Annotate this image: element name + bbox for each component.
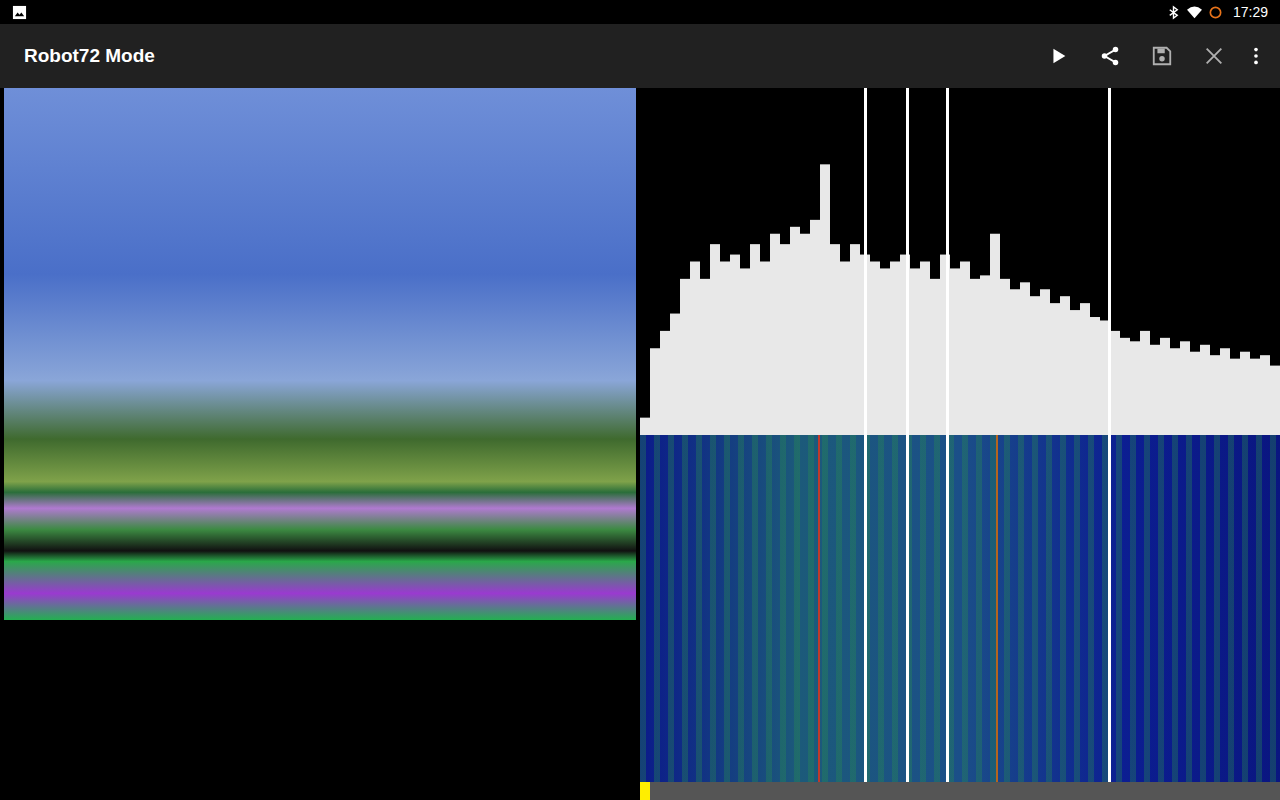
spectrum-bar <box>790 227 800 435</box>
spectrum-bar <box>880 268 890 435</box>
spectrum-bar <box>760 262 770 436</box>
close-button[interactable] <box>1188 32 1240 80</box>
spectrum-bar <box>1180 341 1190 435</box>
spectrum-bar <box>930 279 940 435</box>
spectrum-bar <box>770 234 780 435</box>
spectrum-bar <box>970 279 980 435</box>
bluetooth-icon <box>1166 5 1181 20</box>
frequency-marker <box>864 88 867 782</box>
spectrum-bar <box>1230 359 1240 435</box>
close-icon <box>1203 45 1225 67</box>
spectrum-bar <box>1190 352 1200 435</box>
spectrum-bar <box>1010 289 1020 435</box>
spectrum-bar <box>730 255 740 435</box>
spectrum-bar <box>660 331 670 435</box>
wifi-icon <box>1187 5 1202 20</box>
spectrum-bar <box>690 262 700 436</box>
progress-fill <box>640 782 650 800</box>
spectrum-bar <box>1080 303 1090 435</box>
spectrum-bar <box>990 234 1000 435</box>
spectrum-bar <box>700 279 710 435</box>
spectrum-bar <box>670 314 680 435</box>
sync-progress-icon <box>1208 5 1223 20</box>
spectrum-bar <box>950 268 960 435</box>
app-screen: 17:29 Robot72 Mode <box>0 0 1280 800</box>
spectrum-bar <box>850 244 860 435</box>
spectrum-bar <box>1250 359 1260 435</box>
waterfall-trace <box>818 435 820 782</box>
spectrum-bar <box>1090 317 1100 435</box>
spectrum-bar <box>680 279 690 435</box>
spectrum-bar <box>1270 366 1280 435</box>
content <box>0 88 1280 800</box>
spectrum-bar <box>1070 310 1080 435</box>
spectrum-bar <box>650 348 660 435</box>
status-time: 17:29 <box>1233 4 1268 20</box>
progress-bar <box>640 782 1280 800</box>
spectrum-bar <box>750 244 760 435</box>
save-button[interactable] <box>1136 32 1188 80</box>
spectrum-bar <box>910 268 920 435</box>
spectrum-bar <box>1170 348 1180 435</box>
spectrum-bar <box>1040 289 1050 435</box>
status-bar: 17:29 <box>0 0 1280 24</box>
more-button[interactable] <box>1240 32 1272 80</box>
spectrum-bar <box>1060 296 1070 435</box>
play-button[interactable] <box>1032 32 1084 80</box>
spectrum-bar <box>710 244 720 435</box>
spectrum-bar <box>1220 348 1230 435</box>
spectrum-bar <box>1030 296 1040 435</box>
spectrum-bar <box>890 262 900 436</box>
spectrum-bar <box>920 262 930 436</box>
frequency-marker <box>1108 88 1111 782</box>
spectrum-chart <box>640 88 1280 435</box>
spectrum-bar <box>800 234 810 435</box>
spectrum-bar <box>780 244 790 435</box>
spectrum-bar <box>720 262 730 436</box>
signal-panel <box>640 88 1280 800</box>
image-notification-icon <box>12 5 27 20</box>
spectrum-bar <box>1130 341 1140 435</box>
spectrum-bar <box>740 268 750 435</box>
spectrum-bar <box>1050 303 1060 435</box>
frequency-marker <box>906 88 909 782</box>
spectrum-bar <box>1210 355 1220 435</box>
spectrum-bar <box>980 275 990 435</box>
decoded-image <box>4 88 636 620</box>
spectrum-bar <box>1200 345 1210 435</box>
spectrum-bar <box>1240 352 1250 435</box>
action-group <box>1032 32 1272 80</box>
spectrum-bar <box>870 262 880 436</box>
share-button[interactable] <box>1084 32 1136 80</box>
spectrum-bar <box>1260 355 1270 435</box>
app-title: Robot72 Mode <box>24 45 155 67</box>
more-icon <box>1245 45 1267 67</box>
spectrum-bar <box>840 262 850 436</box>
spectrum-bar <box>820 164 830 435</box>
save-icon <box>1151 45 1173 67</box>
spectrum-bar <box>640 418 650 435</box>
spectrum-bar <box>1150 345 1160 435</box>
spectrum-bar <box>1000 279 1010 435</box>
spectrum-bar <box>830 244 840 435</box>
spectrum-bar <box>1140 331 1150 435</box>
spectrum-bar <box>810 220 820 435</box>
frequency-marker <box>946 88 949 782</box>
waterfall <box>640 435 1280 782</box>
spectrum-bar <box>1020 282 1030 435</box>
share-icon <box>1099 45 1121 67</box>
status-icons: 17:29 <box>1166 4 1268 20</box>
app-bar: Robot72 Mode <box>0 24 1280 88</box>
spectrum-bar <box>960 262 970 436</box>
spectrum-bar <box>1120 338 1130 435</box>
waterfall-trace <box>996 435 998 782</box>
spectrum-bar <box>1110 331 1120 435</box>
play-icon <box>1047 45 1069 67</box>
spectrum-bar <box>1160 338 1170 435</box>
image-panel <box>0 88 640 800</box>
